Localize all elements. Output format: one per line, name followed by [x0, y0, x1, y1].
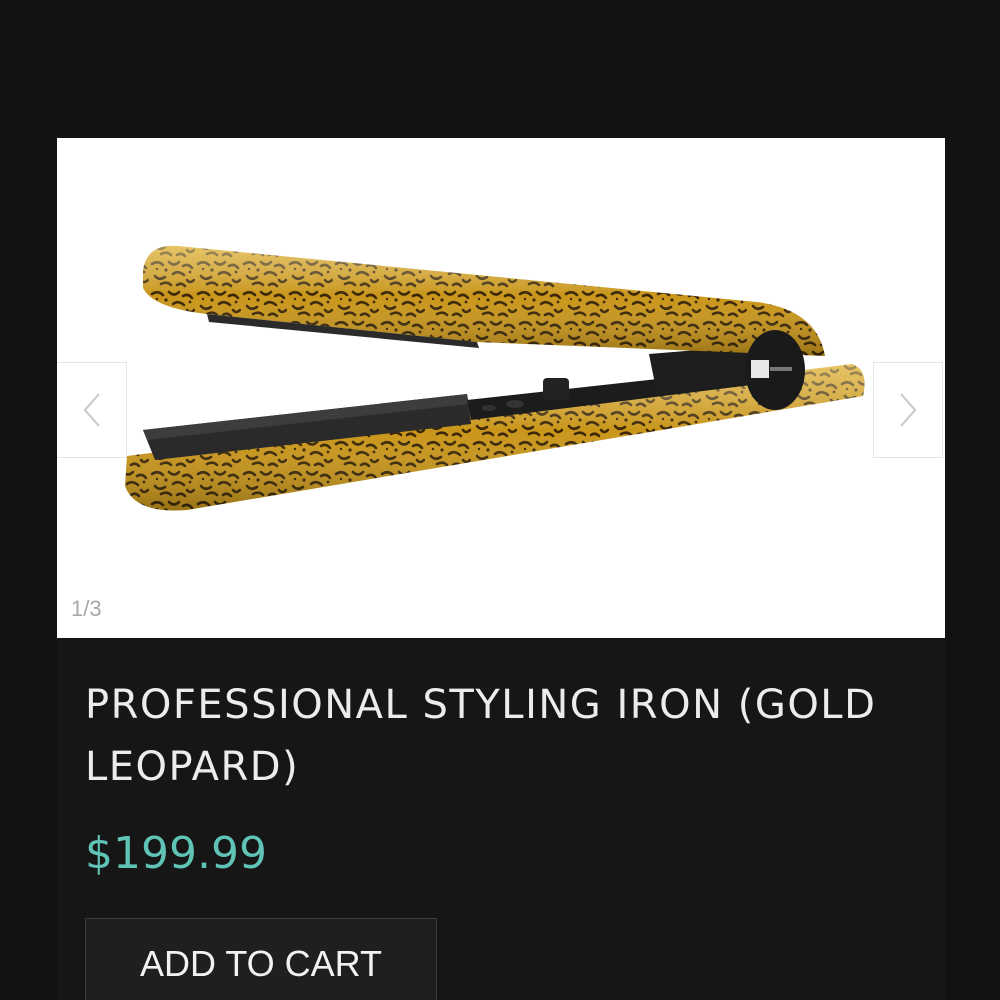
product-image: [125, 245, 865, 511]
chevron-left-icon: [83, 393, 100, 427]
product-page: 1/3 PROFESSIONAL STYLING IRON (GOLD LEOP…: [0, 0, 1000, 1000]
gallery-prev-button[interactable]: [57, 362, 127, 458]
chevron-right-icon: [900, 393, 917, 427]
add-to-cart-button[interactable]: ADD TO CART: [85, 918, 437, 1000]
counter-divider: [57, 634, 123, 637]
gallery-next-button[interactable]: [873, 362, 943, 458]
image-counter: 1/3: [71, 596, 102, 621]
product-price: $199.99: [85, 828, 267, 879]
product-title: PROFESSIONAL STYLING IRON (GOLD LEOPARD): [85, 682, 877, 790]
product-image-gallery[interactable]: 1/3: [57, 138, 945, 638]
product-card: 1/3 PROFESSIONAL STYLING IRON (GOLD LEOP…: [57, 138, 945, 1000]
